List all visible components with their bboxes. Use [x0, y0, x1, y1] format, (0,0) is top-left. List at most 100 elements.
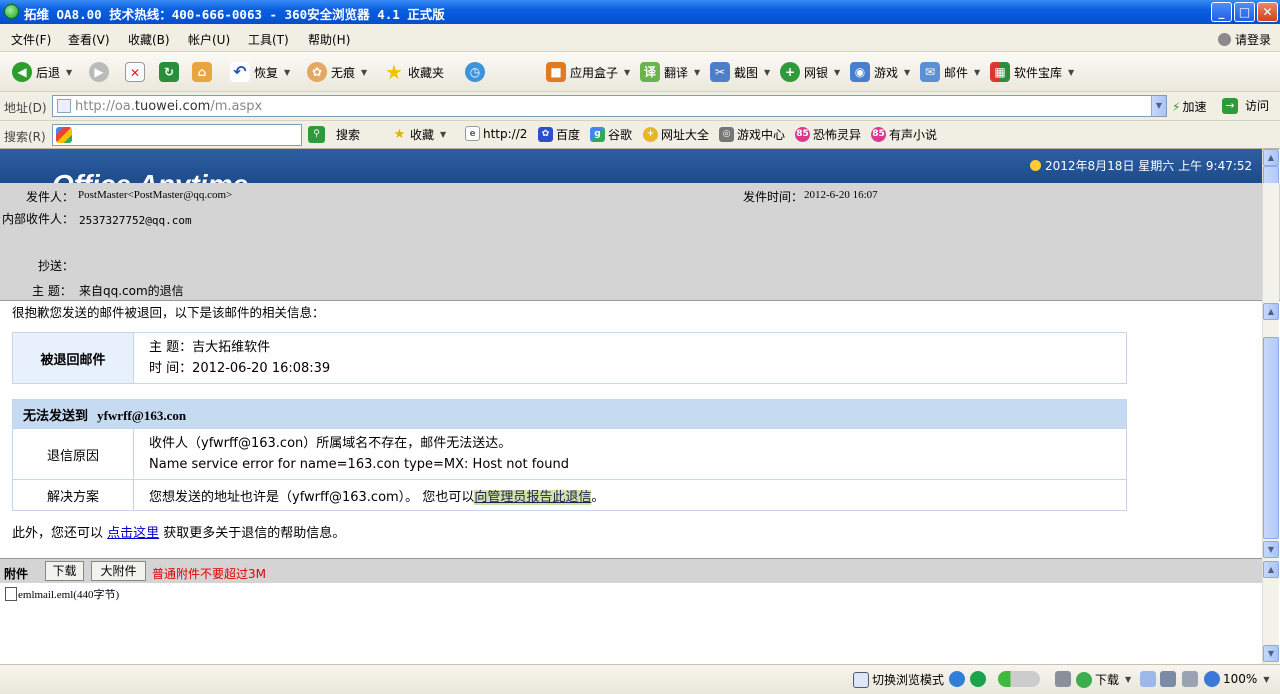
bank-button[interactable]: + 网银 ▼: [780, 61, 840, 83]
chevron-down-icon[interactable]: ▼: [1125, 675, 1131, 684]
favbar-google[interactable]: g 谷歌: [590, 126, 632, 143]
history-button[interactable]: ◷: [465, 61, 489, 83]
favbar-audio-novel[interactable]: 85 有声小说: [871, 126, 937, 143]
big-attachment-button[interactable]: 大附件: [91, 561, 146, 581]
mail-button[interactable]: ✉ 邮件 ▼: [920, 61, 980, 83]
header-scrollbar-track[interactable]: [1262, 183, 1279, 301]
traffic-indicator[interactable]: [998, 671, 1043, 687]
chevron-down-icon[interactable]: ▼: [66, 68, 72, 77]
menu-view[interactable]: 查看(V): [68, 31, 110, 48]
chevron-down-icon[interactable]: ▼: [1263, 675, 1269, 684]
forward-button[interactable]: ▶: [89, 61, 113, 83]
go-button[interactable]: → 访问: [1222, 97, 1269, 114]
url-path: /m.aspx: [210, 99, 263, 114]
screenshot-button[interactable]: ✂ 截图 ▼: [710, 61, 770, 83]
scroll-up-button[interactable]: ▲: [1263, 303, 1279, 320]
subject-value: 来自qq.com的退信: [79, 284, 184, 298]
close-button[interactable]: ✕: [1257, 2, 1278, 22]
url-domain: tuowei.com: [134, 99, 211, 114]
search-button[interactable]: ⚲ 搜索: [308, 126, 360, 143]
print-icon[interactable]: [1160, 671, 1179, 687]
favbar-favorites[interactable]: ★ 收藏 ▼: [392, 126, 447, 143]
toolbox-icon: [1055, 671, 1071, 687]
download-icon: [1076, 671, 1092, 688]
chevron-down-icon[interactable]: ▼: [284, 68, 290, 77]
menu-file[interactable]: 文件(F): [11, 31, 51, 48]
favbar-horror[interactable]: 85 恐怖灵异: [795, 126, 861, 143]
clock-icon: [1030, 160, 1041, 171]
go-arrow-icon: →: [1222, 97, 1238, 114]
back-button[interactable]: ◀ 后退 ▼: [12, 61, 72, 83]
volume-icon[interactable]: [1182, 671, 1201, 687]
home-button[interactable]: ⌂: [192, 61, 216, 83]
translate-button[interactable]: 译 翻译 ▼: [640, 61, 700, 83]
magnifier-icon: ⚲: [308, 126, 325, 143]
chevron-down-icon[interactable]: ▼: [624, 68, 630, 77]
switch-mode-button[interactable]: 切换浏览模式: [853, 671, 944, 688]
address-dropdown-icon[interactable]: ▼: [1151, 96, 1166, 116]
chevron-down-icon[interactable]: ▼: [834, 68, 840, 77]
chevron-down-icon[interactable]: ▼: [764, 68, 770, 77]
attachments-toolbar: 附件 下载 大附件 普通附件不要超过3M: [0, 559, 1262, 583]
download-button[interactable]: 下载: [45, 561, 84, 581]
games-button[interactable]: ◉ 游戏 ▼: [850, 61, 910, 83]
mail-header: 发件人： PostMaster<PostMaster@qq.com> 发件时间：…: [0, 183, 1280, 301]
speedup-button[interactable]: ⚡ 加速: [1172, 98, 1206, 115]
google-icon: [56, 127, 72, 143]
body-scrollbar[interactable]: ▲ ▼: [1262, 301, 1279, 559]
menu-bar: 文件(F) 查看(V) 收藏(B) 帐户(U) 工具(T) 帮助(H) 请登录: [0, 24, 1280, 52]
maximize-button[interactable]: □: [1234, 2, 1255, 22]
refresh-button[interactable]: ↻: [159, 61, 183, 83]
click-here-link[interactable]: 点击这里: [107, 526, 159, 541]
from-label: 发件人：: [26, 190, 75, 204]
tools-icon[interactable]: [1055, 671, 1074, 687]
restore-button[interactable]: ↶ 恢复 ▼: [230, 61, 290, 83]
minimize-button[interactable]: _: [1211, 2, 1232, 22]
bank-shield-icon: +: [780, 62, 800, 82]
menu-help[interactable]: 帮助(H): [308, 31, 350, 48]
datetime: 2012年8月18日 星期六 上午 9:47:52: [1030, 157, 1252, 174]
address-label: 地址(D): [4, 101, 47, 115]
scroll-thumb[interactable]: [1263, 337, 1279, 539]
scroll-up-button[interactable]: ▲: [1263, 561, 1279, 578]
zoom-control[interactable]: 100% ▼: [1204, 671, 1269, 687]
scroll-down-button[interactable]: ▼: [1263, 645, 1279, 662]
favorites-button[interactable]: ★ 收藏夹: [384, 61, 444, 83]
scroll-up-button[interactable]: ▲: [1263, 149, 1279, 166]
menu-account[interactable]: 帐户(U): [188, 31, 230, 48]
software-button[interactable]: ▦ 软件宝库 ▼: [990, 61, 1074, 83]
chevron-down-icon[interactable]: ▼: [974, 68, 980, 77]
site-85-icon: 85: [795, 127, 810, 142]
mail-body: 很抱歉您发送的邮件被退回，以下是该邮件的相关信息： 被退回邮件 主 题：吉大拓维…: [0, 301, 1262, 559]
menu-tools[interactable]: 工具(T): [248, 31, 289, 48]
address-input[interactable]: http://oa.tuowei.com/m.aspx ▼: [52, 95, 1167, 117]
oa-banner: Office Anytime 2012年8月18日 星期六 上午 9:47:52: [0, 149, 1262, 183]
search-input[interactable]: [52, 124, 302, 146]
ie-mode-icon[interactable]: [949, 671, 968, 687]
chevron-down-icon[interactable]: ▼: [694, 68, 700, 77]
appbox-button[interactable]: ■ 应用盒子 ▼: [546, 61, 630, 83]
favbar-url-directory[interactable]: + 网址大全: [643, 126, 709, 143]
status-download-button[interactable]: 下载 ▼: [1076, 671, 1131, 688]
favbar-link-2[interactable]: e http://2: [465, 126, 527, 141]
stop-button[interactable]: ✕: [125, 61, 149, 83]
scroll-down-button[interactable]: ▼: [1263, 541, 1279, 558]
page-icon: e: [465, 126, 480, 141]
chevron-down-icon[interactable]: ▼: [904, 68, 910, 77]
clipboard-icon[interactable]: [1140, 671, 1159, 687]
favbar-baidu[interactable]: ✿ 百度: [538, 126, 580, 143]
favbar-game-center[interactable]: ◎ 游戏中心: [719, 126, 785, 143]
report-admin-link[interactable]: 向管理员报告此退信: [474, 489, 592, 505]
chevron-down-icon[interactable]: ▼: [361, 68, 367, 77]
stop-icon: ✕: [125, 62, 145, 82]
incognito-button[interactable]: ✿ 无痕 ▼: [307, 61, 367, 83]
security-icon[interactable]: [970, 671, 989, 687]
menu-favorites[interactable]: 收藏(B): [128, 31, 170, 48]
login-link[interactable]: 请登录: [1218, 31, 1271, 48]
attachments-scrollbar[interactable]: ▲ ▼: [1262, 559, 1279, 664]
appbox-icon: ■: [546, 62, 566, 82]
chevron-down-icon[interactable]: ▼: [440, 130, 446, 139]
solution-content: 您想发送的地址也许是（yfwrff@163.com）。 您也可以向管理员报告此退…: [133, 479, 1127, 511]
attachment-file[interactable]: emlmail.eml(440字节): [5, 586, 119, 602]
chevron-down-icon[interactable]: ▼: [1068, 68, 1074, 77]
